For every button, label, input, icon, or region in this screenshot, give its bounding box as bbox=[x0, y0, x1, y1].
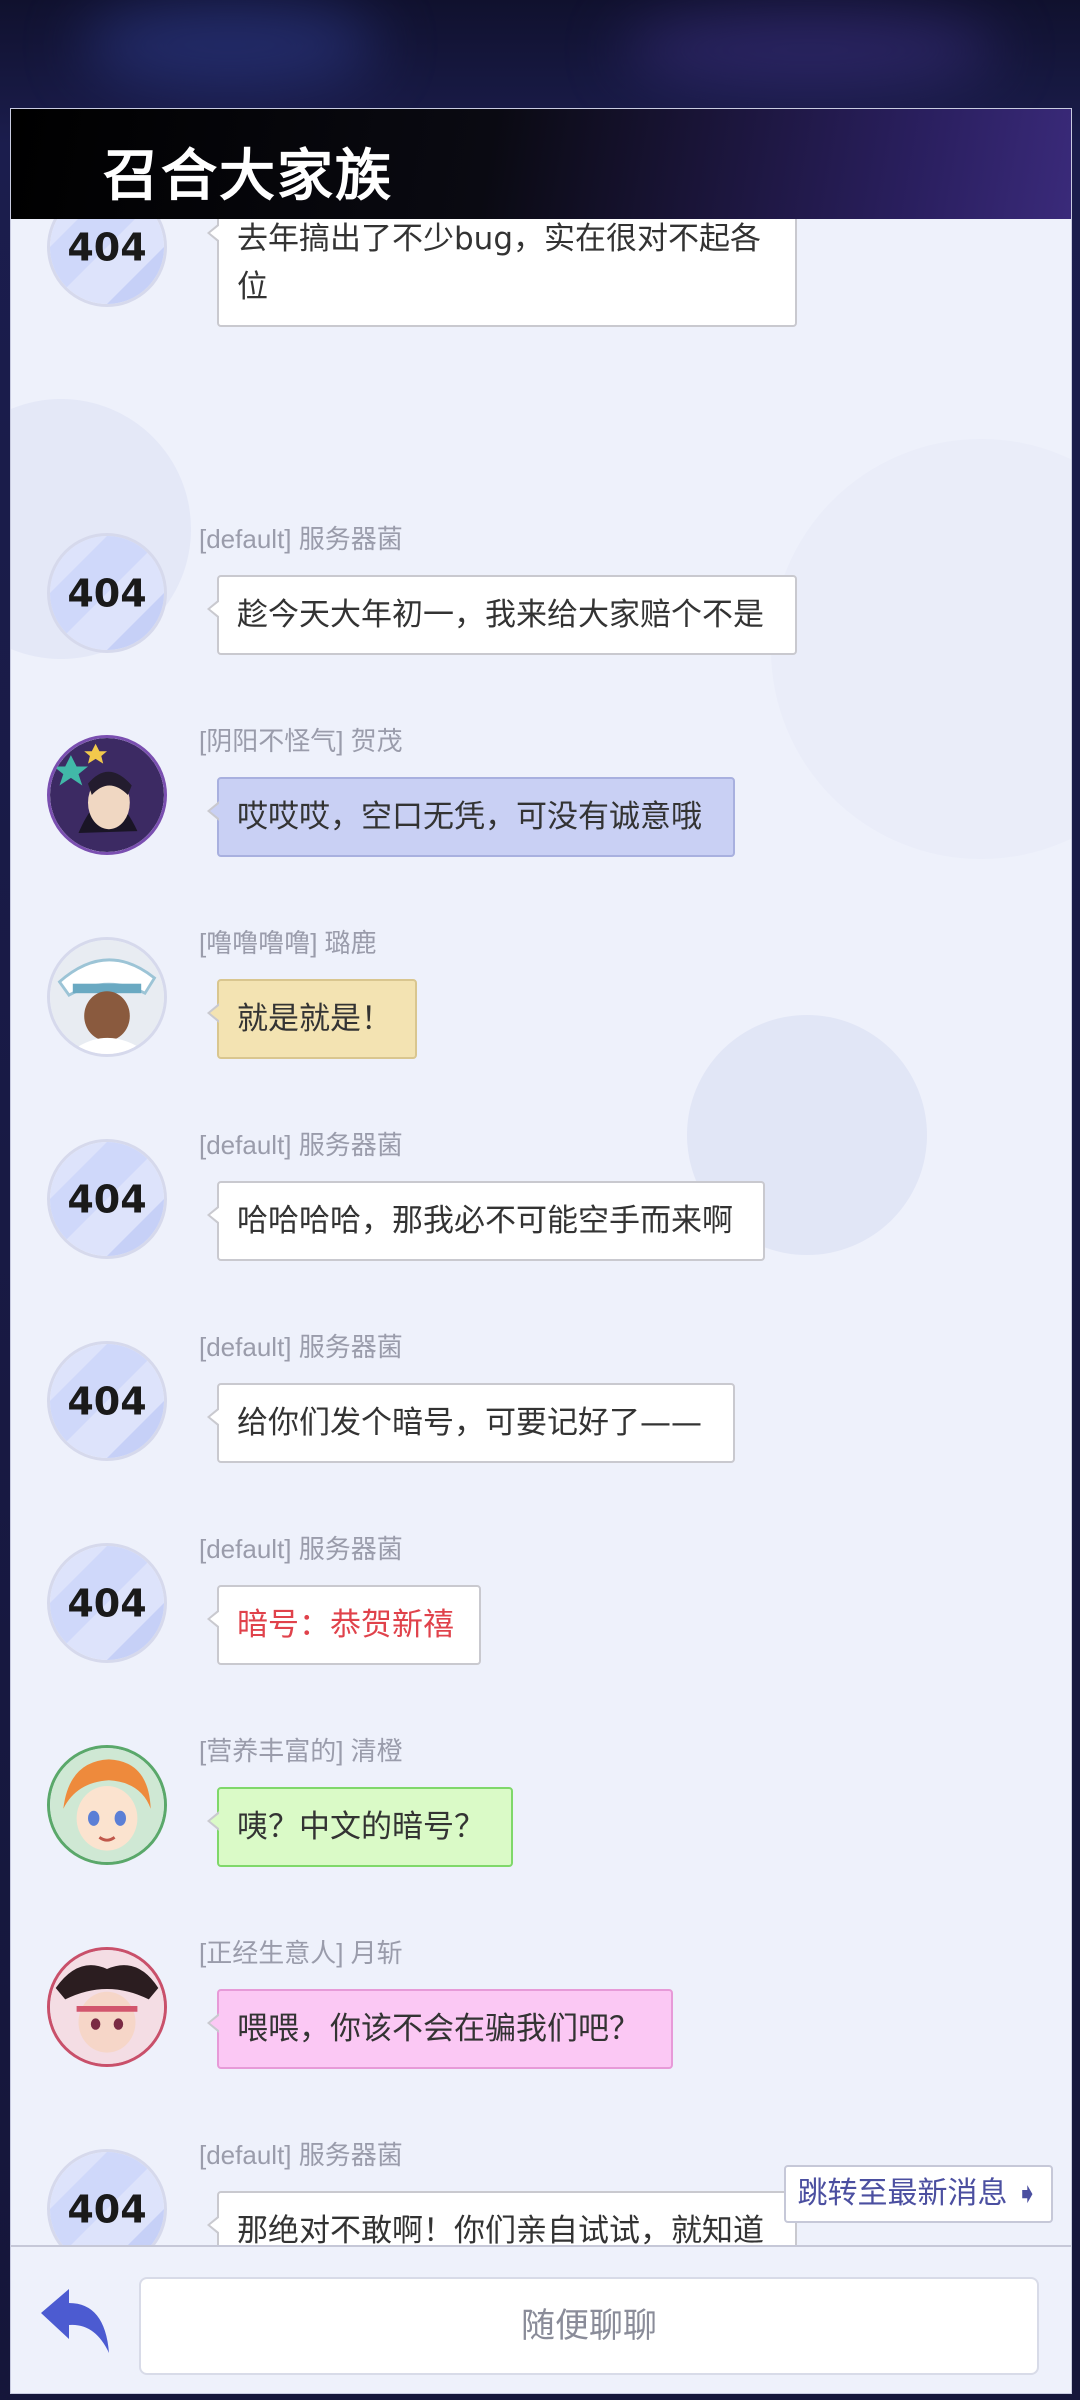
message-bubble[interactable]: 给你们发个暗号，可要记好了—— bbox=[207, 1383, 735, 1463]
panel-header: 召合大家族 bbox=[11, 109, 1071, 219]
sender-name: [正经生意人] 月斩 bbox=[199, 1938, 403, 1968]
avatar-404[interactable]: 404 bbox=[47, 1139, 167, 1259]
avatar-404[interactable]: 404 bbox=[47, 1543, 167, 1663]
avatar-qingcheng[interactable] bbox=[47, 1745, 167, 1865]
avatar-404-label: 404 bbox=[67, 1379, 146, 1423]
avatar-404[interactable]: 404 bbox=[47, 219, 167, 307]
jump-to-latest-label: 跳转至最新消息 bbox=[797, 2176, 1008, 2211]
chat-input[interactable]: 随便聊聊 bbox=[139, 2277, 1039, 2375]
avatar-hemao[interactable] bbox=[47, 735, 167, 855]
chat-message-list[interactable]: 404 去年搞出了不少bug，实在很对不起各位 [default] 服务器菌 4… bbox=[11, 219, 1071, 2245]
message-bubble[interactable]: 哎哎哎，空口无凭，可没有诚意哦 bbox=[207, 777, 735, 857]
sender-name: [营养丰富的] 清橙 bbox=[199, 1736, 403, 1766]
avatar-lulu[interactable] bbox=[47, 937, 167, 1057]
jump-to-latest-button[interactable]: 跳转至最新消息 ➧ bbox=[783, 2165, 1053, 2223]
message-bubble[interactable]: 咦？中文的暗号？ bbox=[207, 1787, 513, 1867]
message-bubble[interactable]: 就是就是！ bbox=[207, 979, 417, 1059]
sender-name: [default] 服务器菌 bbox=[199, 1130, 403, 1160]
back-arrow-icon[interactable] bbox=[35, 2283, 115, 2359]
message-bubble[interactable]: 去年搞出了不少bug，实在很对不起各位 bbox=[207, 219, 797, 327]
sender-name: [default] 服务器菌 bbox=[199, 1534, 403, 1564]
sender-name: [default] 服务器菌 bbox=[199, 524, 403, 554]
sender-name: [default] 服务器菌 bbox=[199, 2140, 403, 2170]
chat-footer: 随便聊聊 bbox=[11, 2247, 1071, 2393]
message-bubble[interactable]: 那绝对不敢啊！你们亲自试试，就知道了！ bbox=[207, 2191, 797, 2245]
avatar-404-label: 404 bbox=[67, 1177, 146, 1221]
avatar-404-label: 404 bbox=[67, 1581, 146, 1625]
avatar-404[interactable]: 404 bbox=[47, 1341, 167, 1461]
chat-panel: 召合大家族 404 去年搞出了不少bug，实在很对不起各位 [default] … bbox=[10, 108, 1072, 2394]
message-bubble[interactable]: 哈哈哈哈，那我必不可能空手而来啊 bbox=[207, 1181, 765, 1261]
sender-name: [default] 服务器菌 bbox=[199, 1332, 403, 1362]
message-bubble[interactable]: 暗号：恭贺新禧 bbox=[207, 1585, 481, 1665]
avatar-404[interactable]: 404 bbox=[47, 2149, 167, 2245]
panel-title: 召合大家族 bbox=[103, 143, 393, 209]
message-bubble[interactable]: 趁今天大年初一，我来给大家赔个不是 bbox=[207, 575, 797, 655]
chevron-right-icon: ➧ bbox=[1015, 2177, 1039, 2210]
sender-name: [噜噜噜噜] 璐鹿 bbox=[199, 928, 377, 958]
avatar-404-label: 404 bbox=[67, 2187, 146, 2231]
sender-name: [阴阳不怪气] 贺茂 bbox=[199, 726, 403, 756]
avatar-404[interactable]: 404 bbox=[47, 533, 167, 653]
avatar-yuezhan[interactable] bbox=[47, 1947, 167, 2067]
avatar-404-label: 404 bbox=[67, 225, 146, 269]
avatar-404-label: 404 bbox=[67, 571, 146, 615]
message-bubble[interactable]: 喂喂，你该不会在骗我们吧？ bbox=[207, 1989, 673, 2069]
